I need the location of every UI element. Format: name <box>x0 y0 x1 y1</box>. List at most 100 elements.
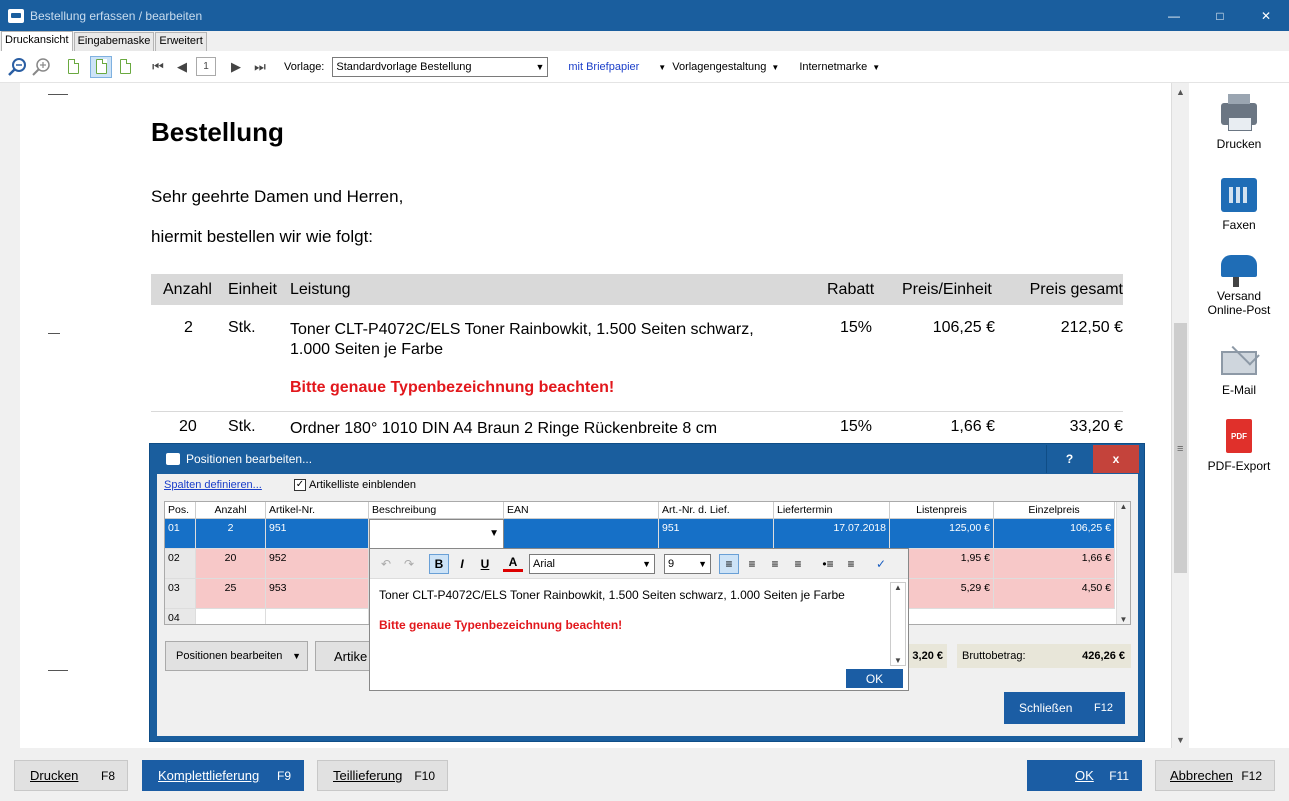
zoom-out-icon[interactable] <box>6 56 28 78</box>
underline-icon[interactable]: U <box>475 554 495 574</box>
scroll-down-icon[interactable]: ▼ <box>891 656 905 665</box>
double-page-icon[interactable] <box>90 55 112 78</box>
ok-button[interactable]: OK F11 <box>1027 760 1142 791</box>
internetmarke-menu[interactable]: Internetmarke ▼ <box>799 61 880 73</box>
col-pos[interactable]: Pos. <box>165 502 196 519</box>
vorlagengestaltung-menu[interactable]: ▼ Vorlagengestaltung ▼ <box>653 61 779 73</box>
maximize-icon: □ <box>1216 8 1224 23</box>
numbered-list-icon[interactable]: ≡ <box>841 554 861 574</box>
drucken-button[interactable]: Drucken F8 <box>14 760 128 791</box>
editor-textarea[interactable]: Toner CLT-P4072C/ELS Toner Rainbowkit, 1… <box>371 580 891 665</box>
font-color-icon[interactable]: A <box>503 555 523 572</box>
row-anzahl: 20 <box>179 418 197 435</box>
pdf-export-action[interactable]: PDF PDF-Export <box>1189 419 1289 473</box>
table-row-artikel-nr[interactable]: 953 <box>266 579 369 609</box>
last-page-icon[interactable]: ⏭ <box>252 59 268 75</box>
versand-action[interactable]: Versand Online-Post <box>1189 255 1289 317</box>
undo-icon[interactable]: ↶ <box>376 554 396 574</box>
first-page-icon[interactable]: ⏮ <box>150 59 166 75</box>
next-page-icon[interactable]: ▶ <box>228 59 244 75</box>
col-liefertermin[interactable]: Liefertermin <box>774 502 890 519</box>
beschreibung-dropdown[interactable]: ▼ <box>369 519 504 549</box>
faxen-action[interactable]: Faxen <box>1189 178 1289 232</box>
col-art-nr-lief[interactable]: Art.-Nr. d. Lief. <box>659 502 774 519</box>
align-center-icon[interactable]: ≡ <box>742 554 762 574</box>
artikelliste-checkbox[interactable]: ✓ Artikelliste einblenden <box>294 479 416 491</box>
ok-label: OK <box>1075 768 1094 783</box>
email-action[interactable]: E-Mail <box>1189 351 1289 397</box>
positionen-bearbeiten-button[interactable]: Positionen bearbeiten ▼ <box>165 641 308 671</box>
tab-druckansicht[interactable]: Druckansicht <box>1 31 73 51</box>
font-size-select[interactable]: 9 ▼ <box>664 553 711 574</box>
align-justify-icon[interactable]: ≡ <box>788 554 808 574</box>
align-left-icon[interactable]: ≡ <box>719 553 739 574</box>
table-row-pos[interactable]: 04 <box>165 609 196 624</box>
table-row-einzelpreis[interactable]: 106,25 € <box>994 519 1115 549</box>
align-right-icon[interactable]: ≡ <box>765 554 785 574</box>
bullet-list-icon[interactable]: •≡ <box>818 554 838 574</box>
col-ean[interactable]: EAN <box>504 502 659 519</box>
table-row-einzelpreis[interactable]: 1,66 € <box>994 549 1115 579</box>
table-row-anzahl[interactable]: 2 <box>196 519 266 549</box>
table-row-lief[interactable]: 951 <box>659 519 774 549</box>
italic-icon[interactable]: I <box>452 554 472 574</box>
col-einzelpreis[interactable]: Einzelpreis <box>994 502 1115 519</box>
spellcheck-icon[interactable]: ✓ <box>871 554 891 574</box>
bold-icon[interactable]: B <box>429 553 449 574</box>
previous-page-icon[interactable]: ◀ <box>174 59 190 75</box>
table-row-listenpreis[interactable]: 125,00 € <box>890 519 994 549</box>
col-artikel-nr[interactable]: Artikel-Nr. <box>266 502 369 519</box>
scroll-down-icon[interactable]: ▼ <box>1172 731 1189 748</box>
table-row-artikel-nr[interactable]: 951 <box>266 519 369 549</box>
zoom-in-icon[interactable] <box>30 56 52 78</box>
table-row-artikel-nr[interactable]: 952 <box>266 549 369 579</box>
maximize-button[interactable]: □ <box>1197 0 1243 31</box>
table-row-anzahl[interactable]: 20 <box>196 549 266 579</box>
col-anzahl[interactable]: Anzahl <box>196 502 266 519</box>
page-number-input[interactable]: 1 <box>196 57 216 76</box>
teillieferung-button[interactable]: Teillieferung F10 <box>317 760 448 791</box>
table-row-pos[interactable]: 02 <box>165 549 196 579</box>
komplettlieferung-button[interactable]: Komplettlieferung F9 <box>142 760 304 791</box>
minimize-button[interactable]: — <box>1151 0 1197 31</box>
table-row-termin[interactable]: 17.07.2018 <box>774 519 890 549</box>
font-size-value: 9 <box>668 557 675 570</box>
artikel-button-label: Artike <box>334 648 368 664</box>
row-preis-einheit: 1,66 € <box>950 418 995 435</box>
abbrechen-button[interactable]: Abbrechen F12 <box>1155 760 1275 791</box>
row-preis-gesamt: 33,20 € <box>1069 418 1123 435</box>
editor-ok-button[interactable]: OK <box>846 669 903 688</box>
dialog-close-button[interactable]: x <box>1093 445 1139 473</box>
grid-scrollbar[interactable]: ▲ ▼ <box>1116 502 1130 624</box>
page-width-icon[interactable] <box>114 56 136 78</box>
online-post-label: Online-Post <box>1207 303 1271 317</box>
schliessen-button[interactable]: Schließen F12 <box>1004 692 1125 724</box>
redo-icon[interactable]: ↷ <box>399 554 419 574</box>
editor-scrollbar[interactable]: ▲ ▼ <box>890 582 906 666</box>
tab-erweitert[interactable]: Erweitert <box>155 32 207 51</box>
vorlage-select[interactable]: Standardvorlage Bestellung ▼ <box>332 56 549 77</box>
spalten-definieren-link[interactable]: Spalten definieren... <box>164 479 262 491</box>
table-row-anzahl[interactable] <box>196 609 266 624</box>
help-button[interactable]: ? <box>1046 445 1092 473</box>
tab-eingabemaske[interactable]: Eingabemaske <box>73 32 155 51</box>
font-family-select[interactable]: Arial ▼ <box>529 553 655 574</box>
table-row-pos[interactable]: 03 <box>165 579 196 609</box>
scroll-up-icon[interactable]: ▲ <box>1172 83 1189 100</box>
table-row-anzahl[interactable]: 25 <box>196 579 266 609</box>
drucken-action[interactable]: Drucken <box>1189 94 1289 151</box>
col-beschreibung[interactable]: Beschreibung <box>369 502 504 519</box>
scroll-up-icon[interactable]: ▲ <box>1117 502 1130 511</box>
table-row-pos[interactable]: 01 <box>165 519 196 549</box>
table-row-artikel-nr[interactable] <box>266 609 369 624</box>
close-window-button[interactable]: ✕ <box>1243 0 1289 31</box>
single-page-icon[interactable] <box>62 56 84 78</box>
table-row-ean[interactable] <box>504 519 659 549</box>
document-scrollbar[interactable]: ▲ ≡ ▼ <box>1171 83 1189 748</box>
scroll-down-icon[interactable]: ▼ <box>1117 615 1130 624</box>
table-row-einzelpreis[interactable]: 4,50 € <box>994 579 1115 609</box>
col-listenpreis[interactable]: Listenpreis <box>890 502 994 519</box>
briefpapier-link[interactable]: mit Briefpapier <box>568 61 639 73</box>
scroll-up-icon[interactable]: ▲ <box>891 583 905 592</box>
mailbox-icon <box>1221 255 1257 287</box>
